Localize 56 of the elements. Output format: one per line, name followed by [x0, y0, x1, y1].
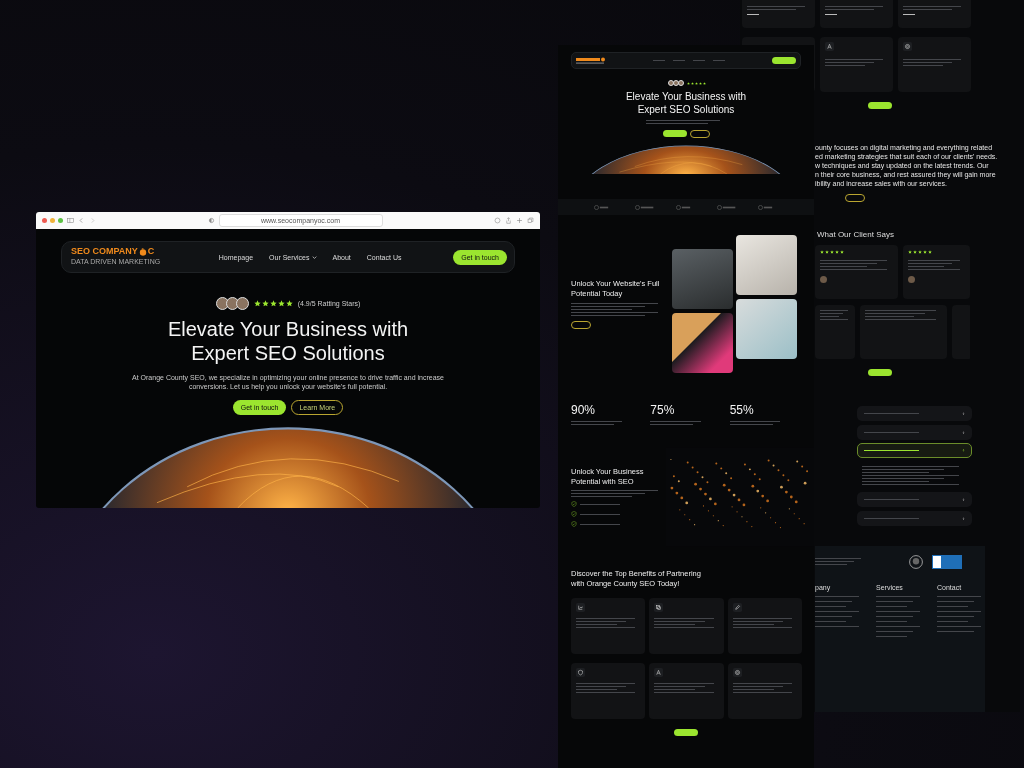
tablet-photo — [672, 313, 733, 373]
forward-icon[interactable] — [89, 217, 96, 224]
letter-a-icon — [825, 42, 834, 51]
get-in-touch-button[interactable] — [662, 130, 687, 137]
shield-check-icon — [571, 521, 577, 528]
logo-letter: C — [147, 247, 155, 257]
letter-a-icon — [654, 667, 664, 677]
arrow-icon — [962, 516, 965, 520]
charts-photo — [736, 299, 797, 359]
arrow-icon — [962, 412, 965, 416]
arrow-icon — [962, 449, 965, 453]
caret-icon — [311, 255, 317, 259]
shield-check-icon — [571, 511, 577, 518]
stat-value: 90% — [571, 403, 597, 417]
logo-wordmark[interactable]: SEO COMPANY — [71, 247, 138, 257]
shield-check-icon — [571, 501, 577, 508]
partner-logo-icon — [717, 204, 738, 210]
see-other-services-button[interactable] — [868, 102, 892, 109]
team-photo — [672, 249, 733, 309]
minimize-icon[interactable] — [50, 218, 55, 223]
pen-icon — [732, 602, 742, 612]
laptop-photo — [736, 235, 797, 295]
maximize-icon[interactable] — [58, 218, 63, 223]
avatar — [820, 276, 827, 284]
logo-icon — [138, 247, 147, 256]
shield-icon[interactable] — [207, 217, 215, 224]
stat-value: 75% — [650, 403, 676, 417]
text-lines — [820, 310, 850, 321]
back-icon[interactable] — [78, 217, 85, 224]
close-icon[interactable] — [42, 218, 47, 223]
faq-item[interactable] — [857, 443, 972, 459]
see-other-services-button[interactable] — [674, 728, 698, 736]
testimonials-heading: What Our Client Says — [817, 230, 895, 240]
hero-heading: Elevate Your Business with Expert SEO Solutions — [625, 90, 747, 116]
chart-icon — [576, 602, 585, 612]
laurel-badge-icon — [908, 553, 924, 570]
stat-value: 55% — [729, 403, 755, 417]
arrow-icon — [962, 498, 965, 502]
shield-icon — [576, 667, 585, 677]
tabs-icon[interactable] — [527, 217, 534, 224]
accreditation-badge-icon — [932, 554, 962, 569]
get-in-touch-button[interactable] — [772, 57, 796, 64]
hero-heading: Elevate Your Business with Expert SEO Solutions — [167, 317, 409, 366]
share-icon[interactable] — [505, 217, 512, 224]
layers-icon — [654, 602, 664, 612]
logo-icon — [576, 56, 606, 65]
download-icon[interactable] — [494, 217, 501, 224]
avatar — [215, 297, 229, 310]
at-sign-icon — [903, 42, 912, 51]
partner-logo-icon — [634, 204, 655, 210]
see-others-button[interactable] — [868, 369, 892, 377]
plus-icon[interactable] — [516, 217, 523, 224]
sidebar-icon[interactable] — [67, 217, 74, 224]
at-sign-icon — [732, 667, 742, 677]
arrow-icon — [962, 430, 965, 434]
avatar — [908, 276, 915, 284]
